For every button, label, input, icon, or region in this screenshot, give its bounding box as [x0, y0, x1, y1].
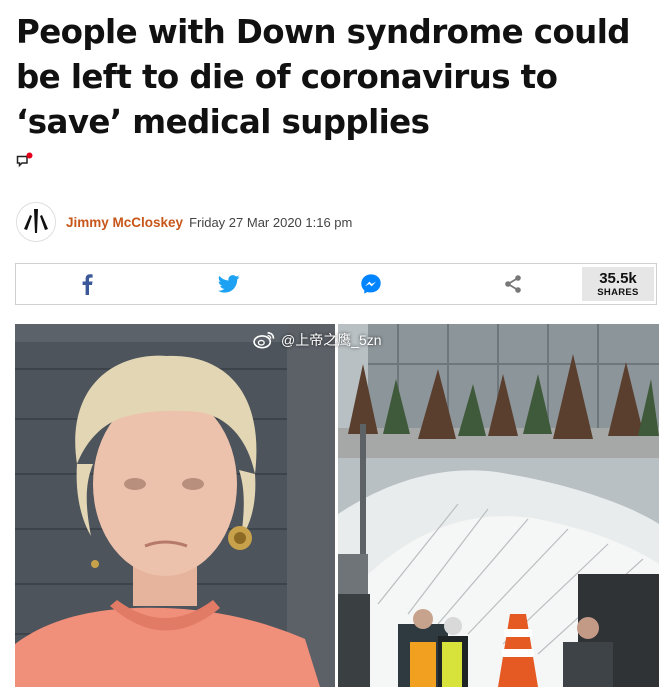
author-avatar[interactable] — [16, 202, 56, 242]
photo-woman-portrait — [15, 324, 335, 687]
facebook-icon — [82, 274, 93, 295]
photo-field-hospital-tents — [338, 324, 659, 687]
comment-icon[interactable] — [16, 152, 34, 168]
twitter-icon — [218, 275, 240, 293]
share-count: 35.5k SHARES — [582, 267, 654, 301]
messenger-share-button[interactable] — [300, 264, 442, 304]
share-count-number: 35.5k — [599, 270, 637, 287]
share-button[interactable] — [442, 264, 584, 304]
share-bar: 35.5k SHARES — [15, 263, 657, 305]
article-headline: People with Down syndrome could be left … — [16, 13, 631, 141]
watermark-text: @上帝之鹰_5zn — [281, 332, 382, 348]
share-icon — [505, 275, 521, 293]
share-count-label: SHARES — [597, 287, 639, 298]
author-name-link[interactable]: Jimmy McCloskey — [66, 215, 183, 230]
watermark: @上帝之鹰_5zn — [253, 330, 382, 350]
publish-date: Friday 27 Mar 2020 1:16 pm — [189, 214, 353, 230]
notification-dot — [26, 152, 33, 159]
facebook-share-button[interactable] — [16, 264, 158, 304]
twitter-share-button[interactable] — [158, 264, 300, 304]
weibo-icon — [253, 331, 275, 349]
messenger-icon — [361, 274, 381, 294]
byline: Jimmy McCloskey Friday 27 Mar 2020 1:16 … — [16, 200, 352, 244]
